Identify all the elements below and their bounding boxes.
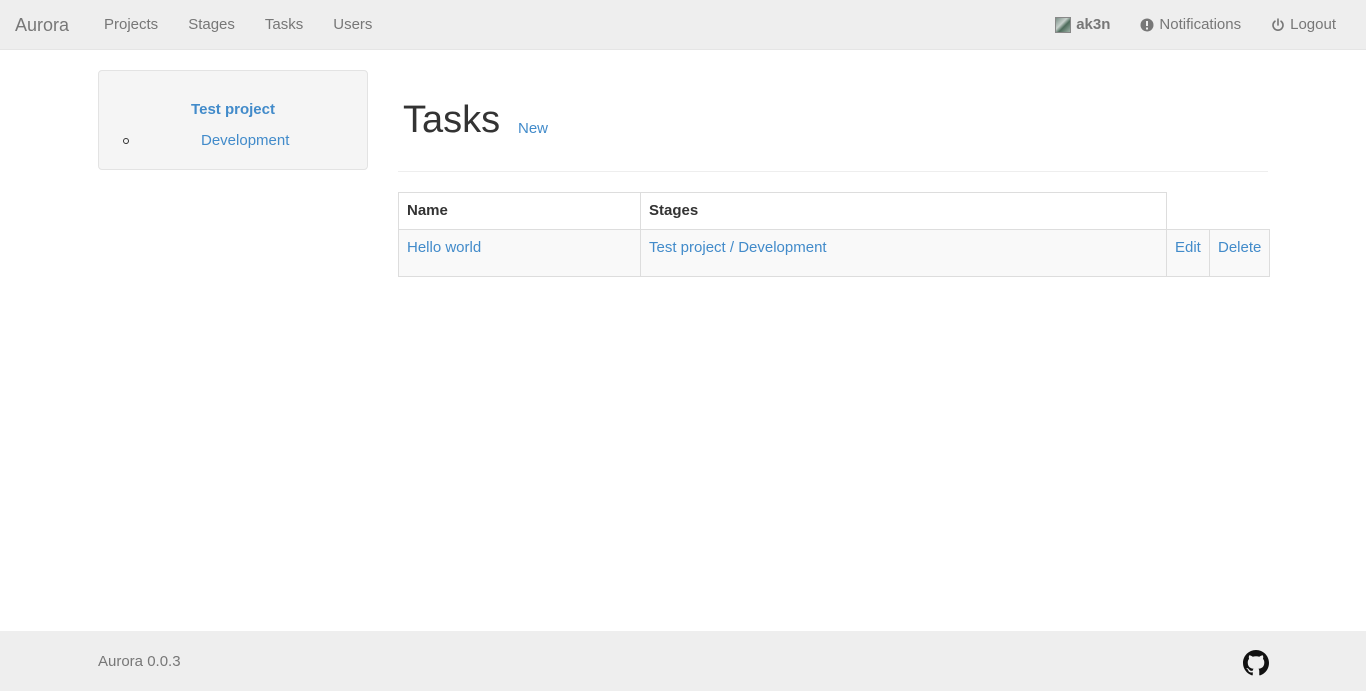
table-row: Hello world Test project / Development E… [398, 229, 1271, 277]
header-name: Name [398, 192, 641, 230]
version-label: Aurora 0.0.3 [98, 653, 181, 670]
table-header-row: Name Stages [398, 192, 1270, 230]
header-stages: Stages [640, 192, 1167, 230]
brand-link[interactable]: Aurora [15, 14, 69, 36]
sidebar-stage-link[interactable]: Development [201, 132, 289, 149]
tasks-table: Name Stages Hello world Test project / D… [398, 192, 1271, 277]
notifications-label: Notifications [1159, 16, 1242, 33]
page-header: Tasks New [398, 96, 1268, 172]
sidebar-stage-item: Development [123, 131, 343, 151]
logout-label: Logout [1290, 16, 1336, 33]
user-nav: ak3n Notifications Logout [1025, 0, 1336, 50]
logout-link[interactable]: Logout [1271, 15, 1336, 35]
nav-tasks[interactable]: Tasks [265, 15, 303, 35]
task-stage-link[interactable]: Test project / Development [649, 239, 827, 256]
project-sidebar: Test project Development [98, 70, 368, 170]
new-task-link[interactable]: New [518, 120, 548, 137]
edit-task-link[interactable]: Edit [1175, 239, 1201, 256]
delete-task-link[interactable]: Delete [1218, 239, 1261, 256]
task-name-cell: Hello world [398, 229, 641, 277]
user-profile-link[interactable]: ak3n [1055, 15, 1110, 35]
delete-cell: Delete [1208, 229, 1271, 277]
page-title: Tasks [403, 99, 501, 141]
sidebar-project-link[interactable]: Test project [99, 101, 367, 118]
edit-cell: Edit [1166, 229, 1210, 277]
list-bullet [123, 138, 129, 144]
main-nav: Projects Stages Tasks Users [104, 0, 402, 50]
username: ak3n [1076, 16, 1111, 33]
exclamation-circle-icon [1140, 18, 1154, 32]
task-stages-cell: Test project / Development [640, 229, 1167, 277]
task-name-link[interactable]: Hello world [407, 239, 481, 256]
header-empty [1209, 192, 1270, 230]
power-icon [1271, 18, 1285, 32]
github-icon[interactable] [1243, 650, 1269, 676]
nav-users[interactable]: Users [333, 15, 372, 35]
nav-projects[interactable]: Projects [104, 15, 158, 35]
avatar [1055, 17, 1072, 33]
notifications-link[interactable]: Notifications [1140, 15, 1241, 35]
nav-stages[interactable]: Stages [188, 15, 235, 35]
header-empty [1166, 192, 1210, 230]
top-navbar: Aurora Projects Stages Tasks Users ak3n … [0, 0, 1366, 50]
page-footer: Aurora 0.0.3 [0, 631, 1366, 691]
